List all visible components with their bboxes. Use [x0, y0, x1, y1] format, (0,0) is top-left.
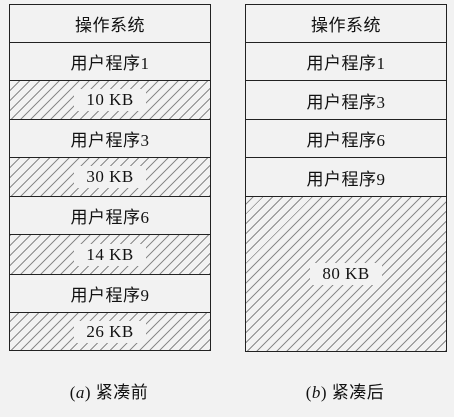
memory-column-after: 操作系统 用户程序1 用户程序3 用户程序6 用户程序9 80 KB [245, 4, 447, 352]
program-label: 用户程序6 [306, 131, 386, 150]
free-block-30kb: 30 KB [10, 158, 210, 197]
free-block-14kb: 14 KB [10, 235, 210, 275]
free-block-26kb: 26 KB [10, 313, 210, 351]
os-block: 操作系统 [246, 5, 446, 43]
program-label: 用户程序9 [70, 286, 150, 305]
caption-letter: b [311, 383, 321, 402]
program-label: 用户程序6 [70, 208, 150, 227]
free-block-10kb: 10 KB [10, 81, 210, 120]
free-size-label: 14 KB [74, 243, 146, 266]
free-size-label: 26 KB [74, 320, 146, 343]
free-block-80kb: 80 KB [246, 197, 446, 352]
free-size-label: 30 KB [74, 166, 146, 188]
os-block: 操作系统 [10, 5, 210, 43]
caption-after: (b) 紧凑后 [245, 378, 445, 403]
program-label: 用户程序3 [70, 131, 150, 150]
program-label: 用户程序1 [70, 54, 150, 73]
program-block-9: 用户程序9 [246, 158, 446, 197]
caption-text: ) 紧凑后 [320, 383, 385, 402]
program-block-3: 用户程序3 [10, 120, 210, 158]
free-size-label: 10 KB [74, 89, 146, 111]
program-block-6: 用户程序6 [10, 197, 210, 235]
memory-column-before: 操作系统 用户程序1 10 KB 用户程序3 30 KB 用户程序6 14 KB… [9, 4, 211, 351]
free-size-label: 80 KB [310, 263, 382, 285]
caption-letter: a [75, 383, 85, 402]
program-block-6: 用户程序6 [246, 120, 446, 158]
program-block-1: 用户程序1 [10, 43, 210, 81]
caption-before: (a) 紧凑前 [9, 378, 209, 403]
program-label: 用户程序9 [306, 169, 386, 189]
program-label: 用户程序1 [306, 54, 386, 73]
program-block-1: 用户程序1 [246, 43, 446, 81]
program-label: 用户程序3 [306, 92, 386, 112]
program-block-3: 用户程序3 [246, 81, 446, 120]
program-block-9: 用户程序9 [10, 275, 210, 313]
os-label: 操作系统 [311, 16, 381, 35]
os-label: 操作系统 [75, 16, 145, 35]
caption-text: ) 紧凑前 [84, 383, 149, 402]
